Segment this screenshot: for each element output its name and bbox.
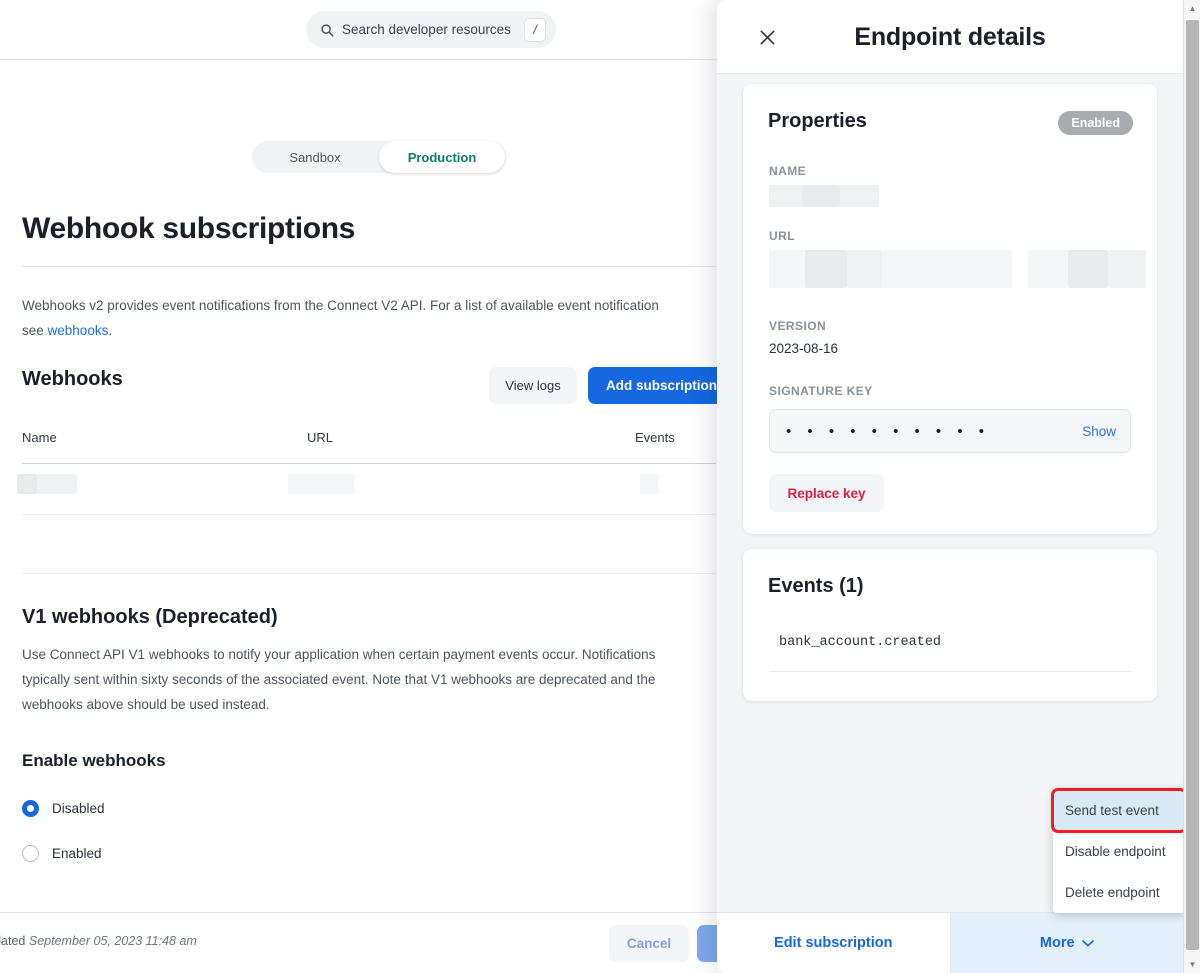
drawer-footer: Edit subscription More <box>717 912 1183 973</box>
radio-disabled-indicator[interactable] <box>22 800 39 817</box>
event-item: bank_account.created <box>779 635 941 650</box>
chevron-down-icon <box>1082 935 1094 951</box>
view-logs-button[interactable]: View logs <box>489 367 577 404</box>
last-updated-prefix: st updated <box>0 934 25 948</box>
scroll-up-arrow-icon[interactable]: ▲ <box>1184 0 1200 17</box>
table-header-divider <box>22 463 716 464</box>
table-header-row: Name URL Events <box>22 430 716 448</box>
title-divider <box>22 266 716 267</box>
scrollbar-thumb[interactable] <box>1186 20 1199 950</box>
redacted-name-block-b <box>37 474 77 494</box>
more-button-label: More <box>1040 935 1075 951</box>
redacted-name-a <box>769 185 802 207</box>
field-label-url: URL <box>769 229 795 243</box>
drawer-header: Endpoint details <box>717 0 1183 74</box>
redacted-events-block <box>640 474 658 494</box>
webhooks-link[interactable]: webhooks <box>48 323 109 338</box>
event-divider <box>769 671 1131 672</box>
scroll-down-arrow-icon[interactable]: ▼ <box>1184 956 1200 973</box>
properties-card: Properties Enabled NAME URL VERSION 2023… <box>743 84 1157 534</box>
redacted-url-c <box>847 250 882 288</box>
radio-option-enabled[interactable]: Enabled <box>22 845 102 862</box>
redacted-name-c <box>840 185 879 207</box>
more-button[interactable]: More <box>951 913 1184 973</box>
edit-subscription-button[interactable]: Edit subscription <box>717 913 951 973</box>
search-icon <box>320 23 334 37</box>
section-heading-v1-webhooks: V1 webhooks (Deprecated) <box>22 606 278 629</box>
field-label-signature-key: SIGNATURE KEY <box>769 384 873 398</box>
redacted-url-f <box>1068 250 1108 288</box>
env-option-sandbox[interactable]: Sandbox <box>252 141 378 173</box>
intro-see-prefix: see <box>22 323 48 338</box>
search-shortcut-key: / <box>524 18 546 42</box>
vertical-scrollbar[interactable]: ▲ ▼ <box>1183 0 1200 973</box>
menu-item-disable-endpoint[interactable]: Disable endpoint <box>1053 831 1186 872</box>
cancel-button[interactable]: Cancel <box>609 925 689 962</box>
table-row-divider <box>22 514 716 515</box>
redacted-url-g <box>1108 250 1146 288</box>
close-icon[interactable] <box>752 22 782 52</box>
page-title: Webhook subscriptions <box>22 212 355 246</box>
search-placeholder: Search developer resources <box>342 22 511 37</box>
intro-period: . <box>108 323 112 338</box>
radio-enabled-indicator[interactable] <box>22 845 39 862</box>
environment-toggle[interactable]: Sandbox Production <box>252 141 506 173</box>
field-label-version: VERSION <box>769 319 826 333</box>
column-header-url: URL <box>307 430 333 445</box>
menu-item-delete-endpoint[interactable]: Delete endpoint <box>1053 872 1186 913</box>
replace-key-button[interactable]: Replace key <box>769 474 884 512</box>
column-header-name: Name <box>22 430 57 445</box>
page-footer-bar: st updated September 05, 2023 11:48 am C… <box>0 912 740 973</box>
signature-key-field: • • • • • • • • • • Show <box>769 409 1131 453</box>
v1-paragraph-line1: Use Connect API V1 webhooks to notify yo… <box>22 642 722 667</box>
redacted-name-block-a <box>17 474 37 494</box>
env-option-production[interactable]: Production <box>379 141 505 173</box>
events-card: Events (1) bank_account.created <box>743 549 1157 701</box>
redacted-name-b <box>802 185 840 207</box>
redacted-url-block-b <box>324 474 354 494</box>
last-updated-value: September 05, 2023 11:48 am <box>29 934 197 948</box>
table-bottom-divider <box>22 573 716 574</box>
last-updated-text: st updated September 05, 2023 11:48 am <box>0 934 197 948</box>
more-dropdown-menu[interactable]: Send test event Disable endpoint Delete … <box>1053 790 1186 913</box>
signature-key-masked-value: • • • • • • • • • • <box>786 424 990 439</box>
column-header-events: Events <box>635 430 675 445</box>
v1-paragraph-line3: webhooks above should be used instead. <box>22 692 722 717</box>
redacted-url-e <box>1028 250 1068 288</box>
section-heading-webhooks: Webhooks <box>22 368 123 391</box>
events-heading: Events (1) <box>768 575 864 598</box>
redacted-url-d <box>882 250 1012 288</box>
intro-paragraph-line1: Webhooks v2 provides event notifications… <box>22 293 722 318</box>
redacted-url-block-a <box>288 474 324 494</box>
search-input[interactable]: Search developer resources / <box>306 11 556 48</box>
enable-webhooks-label: Enable webhooks <box>22 751 166 771</box>
drawer-title: Endpoint details <box>717 0 1183 74</box>
field-value-version: 2023-08-16 <box>769 341 838 356</box>
v1-paragraph-line2: typically sent within sixty seconds of t… <box>22 667 722 692</box>
show-signature-key-link[interactable]: Show <box>1082 424 1116 439</box>
radio-enabled-label: Enabled <box>52 846 102 861</box>
intro-paragraph-line2: see webhooks. <box>22 318 722 343</box>
redacted-url-b <box>805 250 847 288</box>
radio-disabled-label: Disabled <box>52 801 105 816</box>
redacted-url-a <box>769 250 805 288</box>
status-badge: Enabled <box>1058 111 1133 135</box>
radio-option-disabled[interactable]: Disabled <box>22 800 105 817</box>
menu-item-send-test-event[interactable]: Send test event <box>1053 790 1186 831</box>
field-label-name: NAME <box>769 164 806 178</box>
properties-heading: Properties <box>768 110 867 133</box>
